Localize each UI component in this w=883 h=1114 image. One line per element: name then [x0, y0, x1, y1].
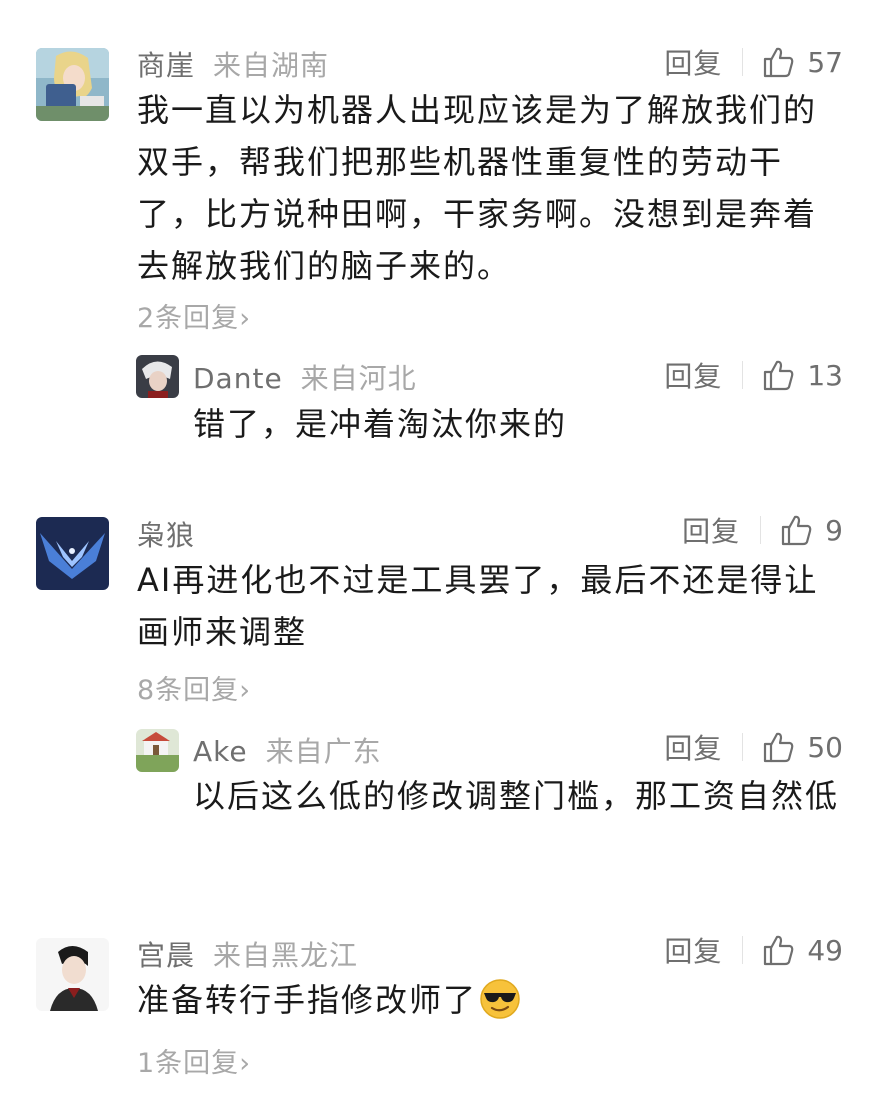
- username[interactable]: 枭狼: [137, 514, 195, 554]
- reply-text: 以后这么低的修改调整门槛，那工资自然低: [193, 777, 840, 815]
- comment-text: 准备转行手指修改师了: [137, 974, 827, 1026]
- thumbs-up-icon: [764, 732, 794, 763]
- reply-button[interactable]: 回复: [664, 727, 722, 767]
- chevron-right-icon: ›: [239, 1048, 251, 1079]
- comment-actions: 回复 57: [664, 42, 843, 82]
- like-count: 49: [807, 933, 843, 967]
- like-count: 13: [807, 358, 843, 392]
- comment-header: 枭狼: [137, 514, 213, 554]
- like-count: 50: [807, 730, 843, 764]
- reply-button[interactable]: 回复: [664, 930, 722, 970]
- sunglasses-emoji-icon: [480, 979, 520, 1019]
- thumbs-up-icon: [764, 935, 794, 966]
- more-replies-link[interactable]: 8条回复›: [137, 668, 251, 707]
- username[interactable]: 宫晨: [137, 934, 195, 974]
- comment-header: 商崖 来自湖南: [137, 44, 329, 84]
- thumbs-up-icon: [764, 47, 794, 78]
- location-label: 来自黑龙江: [213, 939, 359, 972]
- reply-button[interactable]: 回复: [682, 510, 740, 550]
- avatar[interactable]: [36, 938, 109, 1011]
- avatar[interactable]: [36, 48, 109, 121]
- like-button[interactable]: 13: [761, 358, 843, 392]
- avatar[interactable]: [136, 355, 179, 398]
- reply-header: Ake 来自广东: [193, 730, 382, 770]
- divider: [760, 516, 762, 544]
- username[interactable]: 商崖: [137, 44, 195, 84]
- location-label: 来自湖南: [213, 49, 330, 82]
- divider: [742, 48, 744, 76]
- divider: [742, 733, 744, 761]
- reply-actions: 回复 50: [664, 727, 843, 767]
- divider: [742, 361, 744, 389]
- thumbs-up-icon: [782, 515, 812, 546]
- like-button[interactable]: 57: [761, 45, 843, 79]
- username[interactable]: Ake: [193, 735, 248, 768]
- like-button[interactable]: 9: [779, 513, 843, 547]
- chevron-right-icon: ›: [239, 303, 251, 334]
- thumbs-up-icon: [764, 360, 794, 391]
- like-count: 57: [807, 45, 843, 79]
- divider: [742, 936, 744, 964]
- more-replies-label: 1条回复: [137, 1048, 240, 1079]
- avatar[interactable]: [136, 729, 179, 772]
- comment-text: 我一直以为机器人出现应该是为了解放我们的双手，帮我们把那些机器性重复性的劳动干了…: [137, 91, 818, 285]
- reply-actions: 回复 13: [664, 355, 843, 395]
- location-label: 来自广东: [265, 735, 382, 768]
- like-button[interactable]: 49: [761, 933, 843, 967]
- comment-text: AI再进化也不过是工具罢了，最后不还是得让画师来调整: [137, 561, 819, 651]
- avatar[interactable]: [36, 517, 109, 590]
- reply-button[interactable]: 回复: [664, 42, 722, 82]
- reply-text: 错了，是冲着淘汰你来的: [193, 405, 568, 443]
- more-replies-label: 2条回复: [137, 303, 240, 334]
- username[interactable]: Dante: [193, 362, 283, 395]
- reply-header: Dante 来自河北: [193, 357, 417, 397]
- like-count: 9: [825, 513, 843, 547]
- like-button[interactable]: 50: [761, 730, 843, 764]
- comment-header: 宫晨 来自黑龙江: [137, 934, 358, 974]
- chevron-right-icon: ›: [239, 675, 251, 706]
- more-replies-link[interactable]: 2条回复›: [137, 296, 251, 335]
- more-replies-link[interactable]: 1条回复›: [137, 1041, 251, 1080]
- reply-button[interactable]: 回复: [664, 355, 722, 395]
- location-label: 来自河北: [300, 362, 417, 395]
- comment-actions: 回复 9: [682, 510, 843, 550]
- more-replies-label: 8条回复: [137, 675, 240, 706]
- comment-actions: 回复 49: [664, 930, 843, 970]
- comment-text-content: 准备转行手指修改师了: [137, 981, 478, 1019]
